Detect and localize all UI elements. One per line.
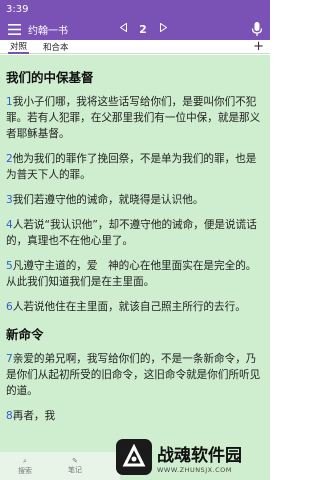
- microphone-icon[interactable]: [248, 20, 266, 38]
- verse-number: 1: [6, 96, 13, 108]
- tab-compare[interactable]: 对照: [8, 40, 30, 54]
- note-icon: ✎: [72, 457, 78, 465]
- verse-number: 2: [6, 153, 13, 165]
- verse-8[interactable]: 8再者，我: [6, 408, 264, 424]
- verse-text: 人若说“我认识他”，却不遵守他的诫命，便是说谎话的，真理也不在他心里了。: [6, 219, 257, 247]
- verse-text: 人若说他住在主里面，就该自己照主所行的去行。: [12, 301, 246, 313]
- verse-number: 5: [6, 260, 13, 272]
- verse-number: 6: [6, 301, 13, 313]
- bottom-nav-label: 笔记: [68, 466, 82, 474]
- previous-chapter-icon[interactable]: [112, 22, 134, 35]
- bottom-nav-search[interactable]: ⌕ 搜索: [0, 457, 50, 476]
- verse-text: 我小子们哪，我将这些话写给你们，是要叫你们不犯罪。若有人犯罪，在父那里我们有一位…: [6, 96, 261, 140]
- status-time: 3:39: [6, 3, 29, 15]
- version-tabs: 对照 和合本 +: [0, 39, 270, 54]
- watermark-logo-icon: [116, 439, 152, 475]
- status-bar: 3:39: [0, 0, 270, 18]
- verse-number: 3: [6, 194, 13, 206]
- verse-number: 7: [6, 353, 13, 365]
- verse-2[interactable]: 2他为我们的罪作了挽回祭，不是单为我们的罪，也是为普天下人的罪。: [6, 151, 264, 183]
- verse-text: 亲爱的弟兄啊，我写给你们的，不是一条新命令，乃是你们从起初所受的旧命令，这旧命令…: [6, 353, 261, 397]
- add-version-button[interactable]: +: [253, 39, 264, 54]
- search-icon: ⌕: [23, 456, 27, 465]
- verse-3[interactable]: 3我们若遵守他的诫命，就晓得是认识他。: [6, 192, 264, 208]
- chapter-number[interactable]: 2: [134, 23, 152, 36]
- verse-text: 他为我们的罪作了挽回祭，不是单为我们的罪，也是为普天下人的罪。: [6, 153, 257, 181]
- verse-6[interactable]: 6人若说他住在主里面，就该自己照主所行的去行。: [6, 299, 264, 315]
- verse-7[interactable]: 7亲爱的弟兄啊，我写给你们的，不是一条新命令，乃是你们从起初所受的旧命令，这旧命…: [6, 351, 264, 399]
- bottom-navigation: ⌕ 搜索 ✎ 笔记: [0, 452, 120, 480]
- section-heading: 我们的中保基督: [6, 70, 94, 85]
- bottom-nav-label: 搜索: [18, 466, 32, 475]
- scripture-content[interactable]: 我们的中保基督 1我小子们哪，我将这些话写给你们，是要叫你们不犯罪。若有人犯罪，…: [0, 55, 270, 480]
- watermark: 战魂软件园 WWW.ZHUNSJX.COM: [116, 438, 266, 476]
- verse-5[interactable]: 5凡遵守主道的，爱 神的心在他里面实在是完全的。从此我们知道我们是在主里面。: [6, 258, 264, 290]
- bottom-nav-notes[interactable]: ✎ 笔记: [50, 457, 100, 475]
- verse-4[interactable]: 4人若说“我认识他”，却不遵守他的诫命，便是说谎话的，真理也不在他心里了。: [6, 217, 264, 249]
- verse-1[interactable]: 1我小子们哪，我将这些话写给你们，是要叫你们不犯罪。若有人犯罪，在父那里我们有一…: [6, 94, 264, 142]
- tab-cuv[interactable]: 和合本: [41, 41, 71, 53]
- watermark-title: 战魂软件园: [157, 445, 242, 466]
- verse-number: 4: [6, 219, 13, 231]
- verse-number: 8: [6, 410, 13, 422]
- app-bar: 约翰一书 2: [0, 18, 270, 40]
- next-chapter-icon[interactable]: [152, 22, 174, 35]
- verse-text: 凡遵守主道的，爱 神的心在他里面实在是完全的。从此我们知道我们是在主里面。: [6, 260, 257, 288]
- verse-text: 我们若遵守他的诫命，就晓得是认识他。: [12, 194, 204, 206]
- verse-text: 再者，我: [12, 410, 56, 422]
- hamburger-menu-icon[interactable]: [4, 19, 24, 39]
- watermark-url: WWW.ZHUNSJX.COM: [157, 465, 232, 474]
- book-title[interactable]: 约翰一书: [28, 22, 112, 37]
- section-heading: 新命令: [6, 327, 44, 342]
